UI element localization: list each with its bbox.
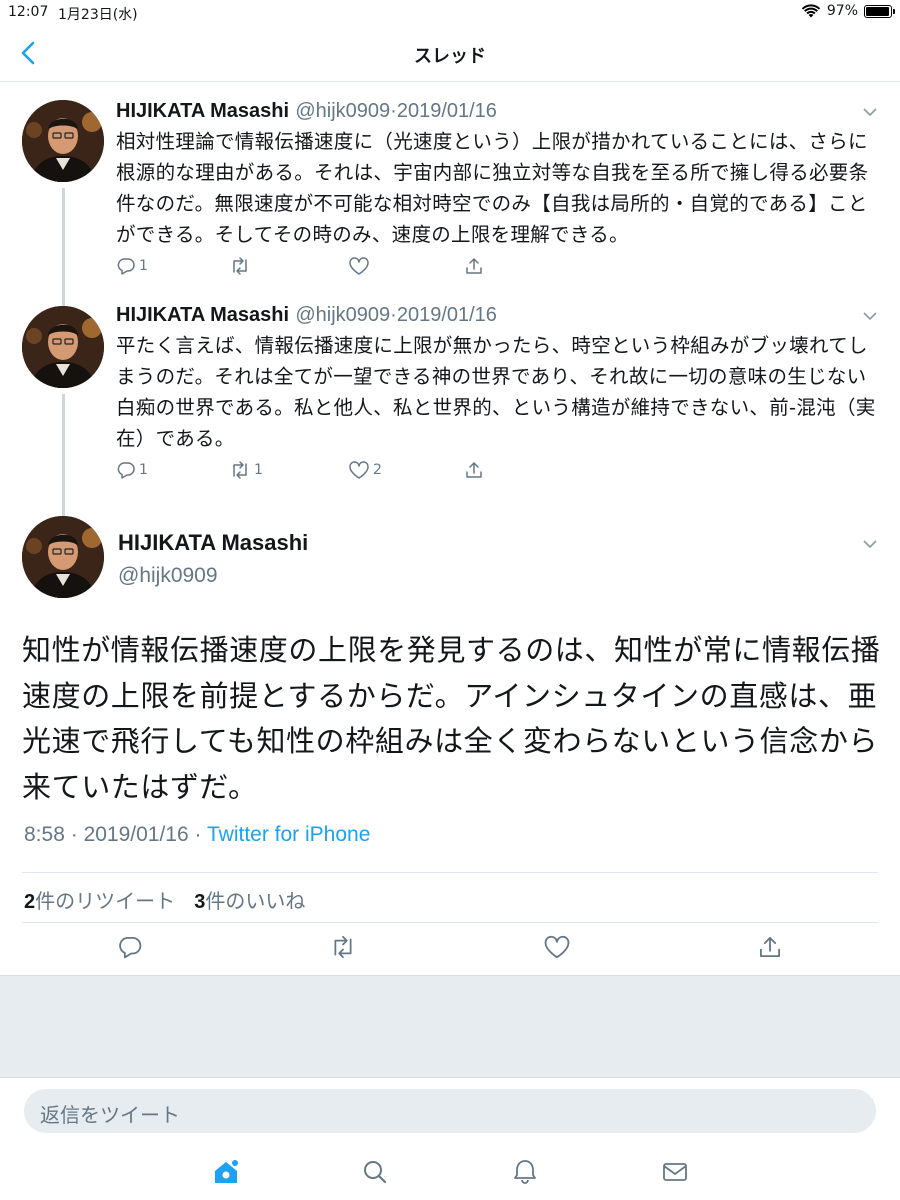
like-stat[interactable]: 3件のいいね [194, 889, 305, 913]
author-name[interactable]: HIJIKATA Masashi [118, 530, 308, 556]
avatar[interactable] [22, 516, 104, 598]
reply-button[interactable] [117, 934, 143, 960]
like-stat-label: 件のいいね [205, 889, 306, 913]
main-tweet-header: HIJIKATA Masashi @hijk0909 [0, 516, 900, 610]
main-tweet-text: 知性が情報伝播速度の上限を発見するのは、知性が常に情報伝播速度の上限を前提とする… [22, 633, 881, 804]
reply-button[interactable]: 1 [116, 256, 148, 276]
meta-separator: · [194, 823, 202, 846]
page-title: スレッド [414, 46, 486, 67]
heart-icon [349, 461, 369, 479]
tweet-date: ·2019/01/16 [390, 304, 497, 326]
empty-area [0, 975, 900, 1077]
thread-connector [62, 188, 65, 310]
share-icon [759, 936, 781, 958]
like-count: 2 [373, 462, 382, 478]
search-icon[interactable] [361, 1158, 389, 1186]
retweet-button[interactable]: 1 [229, 460, 263, 480]
battery-icon [864, 4, 895, 18]
reply-count: 1 [139, 462, 148, 478]
author-name[interactable]: HIJIKATA Masashi [116, 304, 289, 326]
retweet-stat[interactable]: 2件のリツイート [24, 889, 175, 913]
share-button[interactable] [464, 460, 484, 480]
share-button[interactable] [757, 934, 783, 960]
thread-tweet[interactable]: HIJIKATA Masashi @hijk0909·2019/01/16 平た… [0, 302, 900, 516]
heart-icon [544, 935, 570, 959]
reply-icon [119, 936, 142, 959]
tweet-date: ·2019/01/16 [390, 100, 497, 122]
tweet-text: 平たく言えば、情報伝播速度に上限が無かったら、時空という枠組みがブッ壊れてしまう… [116, 334, 876, 450]
reply-count: 1 [139, 258, 148, 274]
tweet-meta: 8:58 · 2019/01/16 · Twitter for iPhone [24, 823, 370, 847]
status-bar: 12:07 1月23日(水) 97% [0, 0, 900, 26]
retweet-stat-count: 2 [24, 891, 36, 913]
author-handle[interactable]: @hijk0909 [118, 564, 218, 588]
tweet-stats: 2件のリツイート 3件のいいね [24, 885, 305, 914]
retweet-icon [233, 461, 247, 479]
share-icon [466, 462, 482, 478]
home-icon[interactable] [212, 1158, 240, 1186]
tweet-header: HIJIKATA Masashi @hijk0909·2019/01/16 [116, 98, 497, 123]
avatar-photo [22, 100, 104, 182]
tweet-actions: 1 [116, 256, 496, 280]
status-right: 97% [801, 3, 895, 19]
thread-tweet[interactable]: HIJIKATA Masashi @hijk0909·2019/01/16 相対… [0, 98, 900, 310]
share-button[interactable] [464, 256, 484, 276]
wifi-icon [801, 4, 821, 18]
author-handle[interactable]: @hijk0909 [295, 304, 390, 326]
retweet-button[interactable] [329, 934, 357, 960]
retweet-icon [233, 257, 247, 275]
main-tweet-actions [0, 934, 900, 968]
tweet-text: 相対性理論で情報伝播速度に（光速度という）上限が措かれていることには、さらに根源… [116, 130, 869, 246]
tweet-actions: 1 1 2 [116, 460, 496, 484]
status-time: 12:07 [8, 4, 49, 20]
author-handle[interactable]: @hijk0909 [295, 100, 390, 122]
tweet-source-link[interactable]: Twitter for iPhone [207, 823, 370, 846]
reply-button[interactable]: 1 [116, 460, 148, 480]
chevron-down-icon[interactable] [862, 308, 878, 324]
tweet-header: HIJIKATA Masashi @hijk0909·2019/01/16 [116, 302, 497, 327]
divider [22, 872, 878, 873]
like-button[interactable]: 2 [348, 460, 382, 480]
tweet-time: 8:58 [24, 823, 65, 846]
avatar-photo [22, 516, 104, 598]
thread-connector [62, 394, 65, 516]
retweet-stat-label: 件のリツイート [35, 889, 176, 913]
author-name[interactable]: HIJIKATA Masashi [116, 100, 289, 122]
avatar-photo [22, 306, 104, 388]
like-stat-count: 3 [194, 891, 206, 913]
divider [22, 922, 878, 923]
like-button[interactable] [348, 256, 373, 276]
reply-icon [117, 258, 135, 275]
retweet-button[interactable] [229, 256, 254, 276]
chevron-down-icon[interactable] [862, 536, 878, 552]
battery-percent: 97% [826, 3, 858, 19]
reply-icon [117, 462, 135, 479]
like-button[interactable] [543, 934, 571, 960]
avatar[interactable] [22, 100, 104, 182]
retweet-icon [334, 935, 352, 959]
share-icon [466, 258, 482, 274]
chevron-down-icon[interactable] [862, 104, 878, 120]
reply-input[interactable]: 返信をツイート [24, 1089, 876, 1133]
notifications-icon[interactable] [511, 1158, 539, 1186]
bottom-bar: 返信をツイート [0, 1077, 900, 1200]
heart-icon [349, 257, 369, 275]
retweet-count: 1 [254, 462, 263, 478]
status-date: 1月23日(水) [58, 7, 138, 23]
tweet-date: 2019/01/16 [83, 823, 189, 846]
avatar[interactable] [22, 306, 104, 388]
messages-icon[interactable] [661, 1158, 689, 1186]
meta-separator: · [70, 823, 78, 846]
nav-bar: スレッド [0, 26, 900, 82]
